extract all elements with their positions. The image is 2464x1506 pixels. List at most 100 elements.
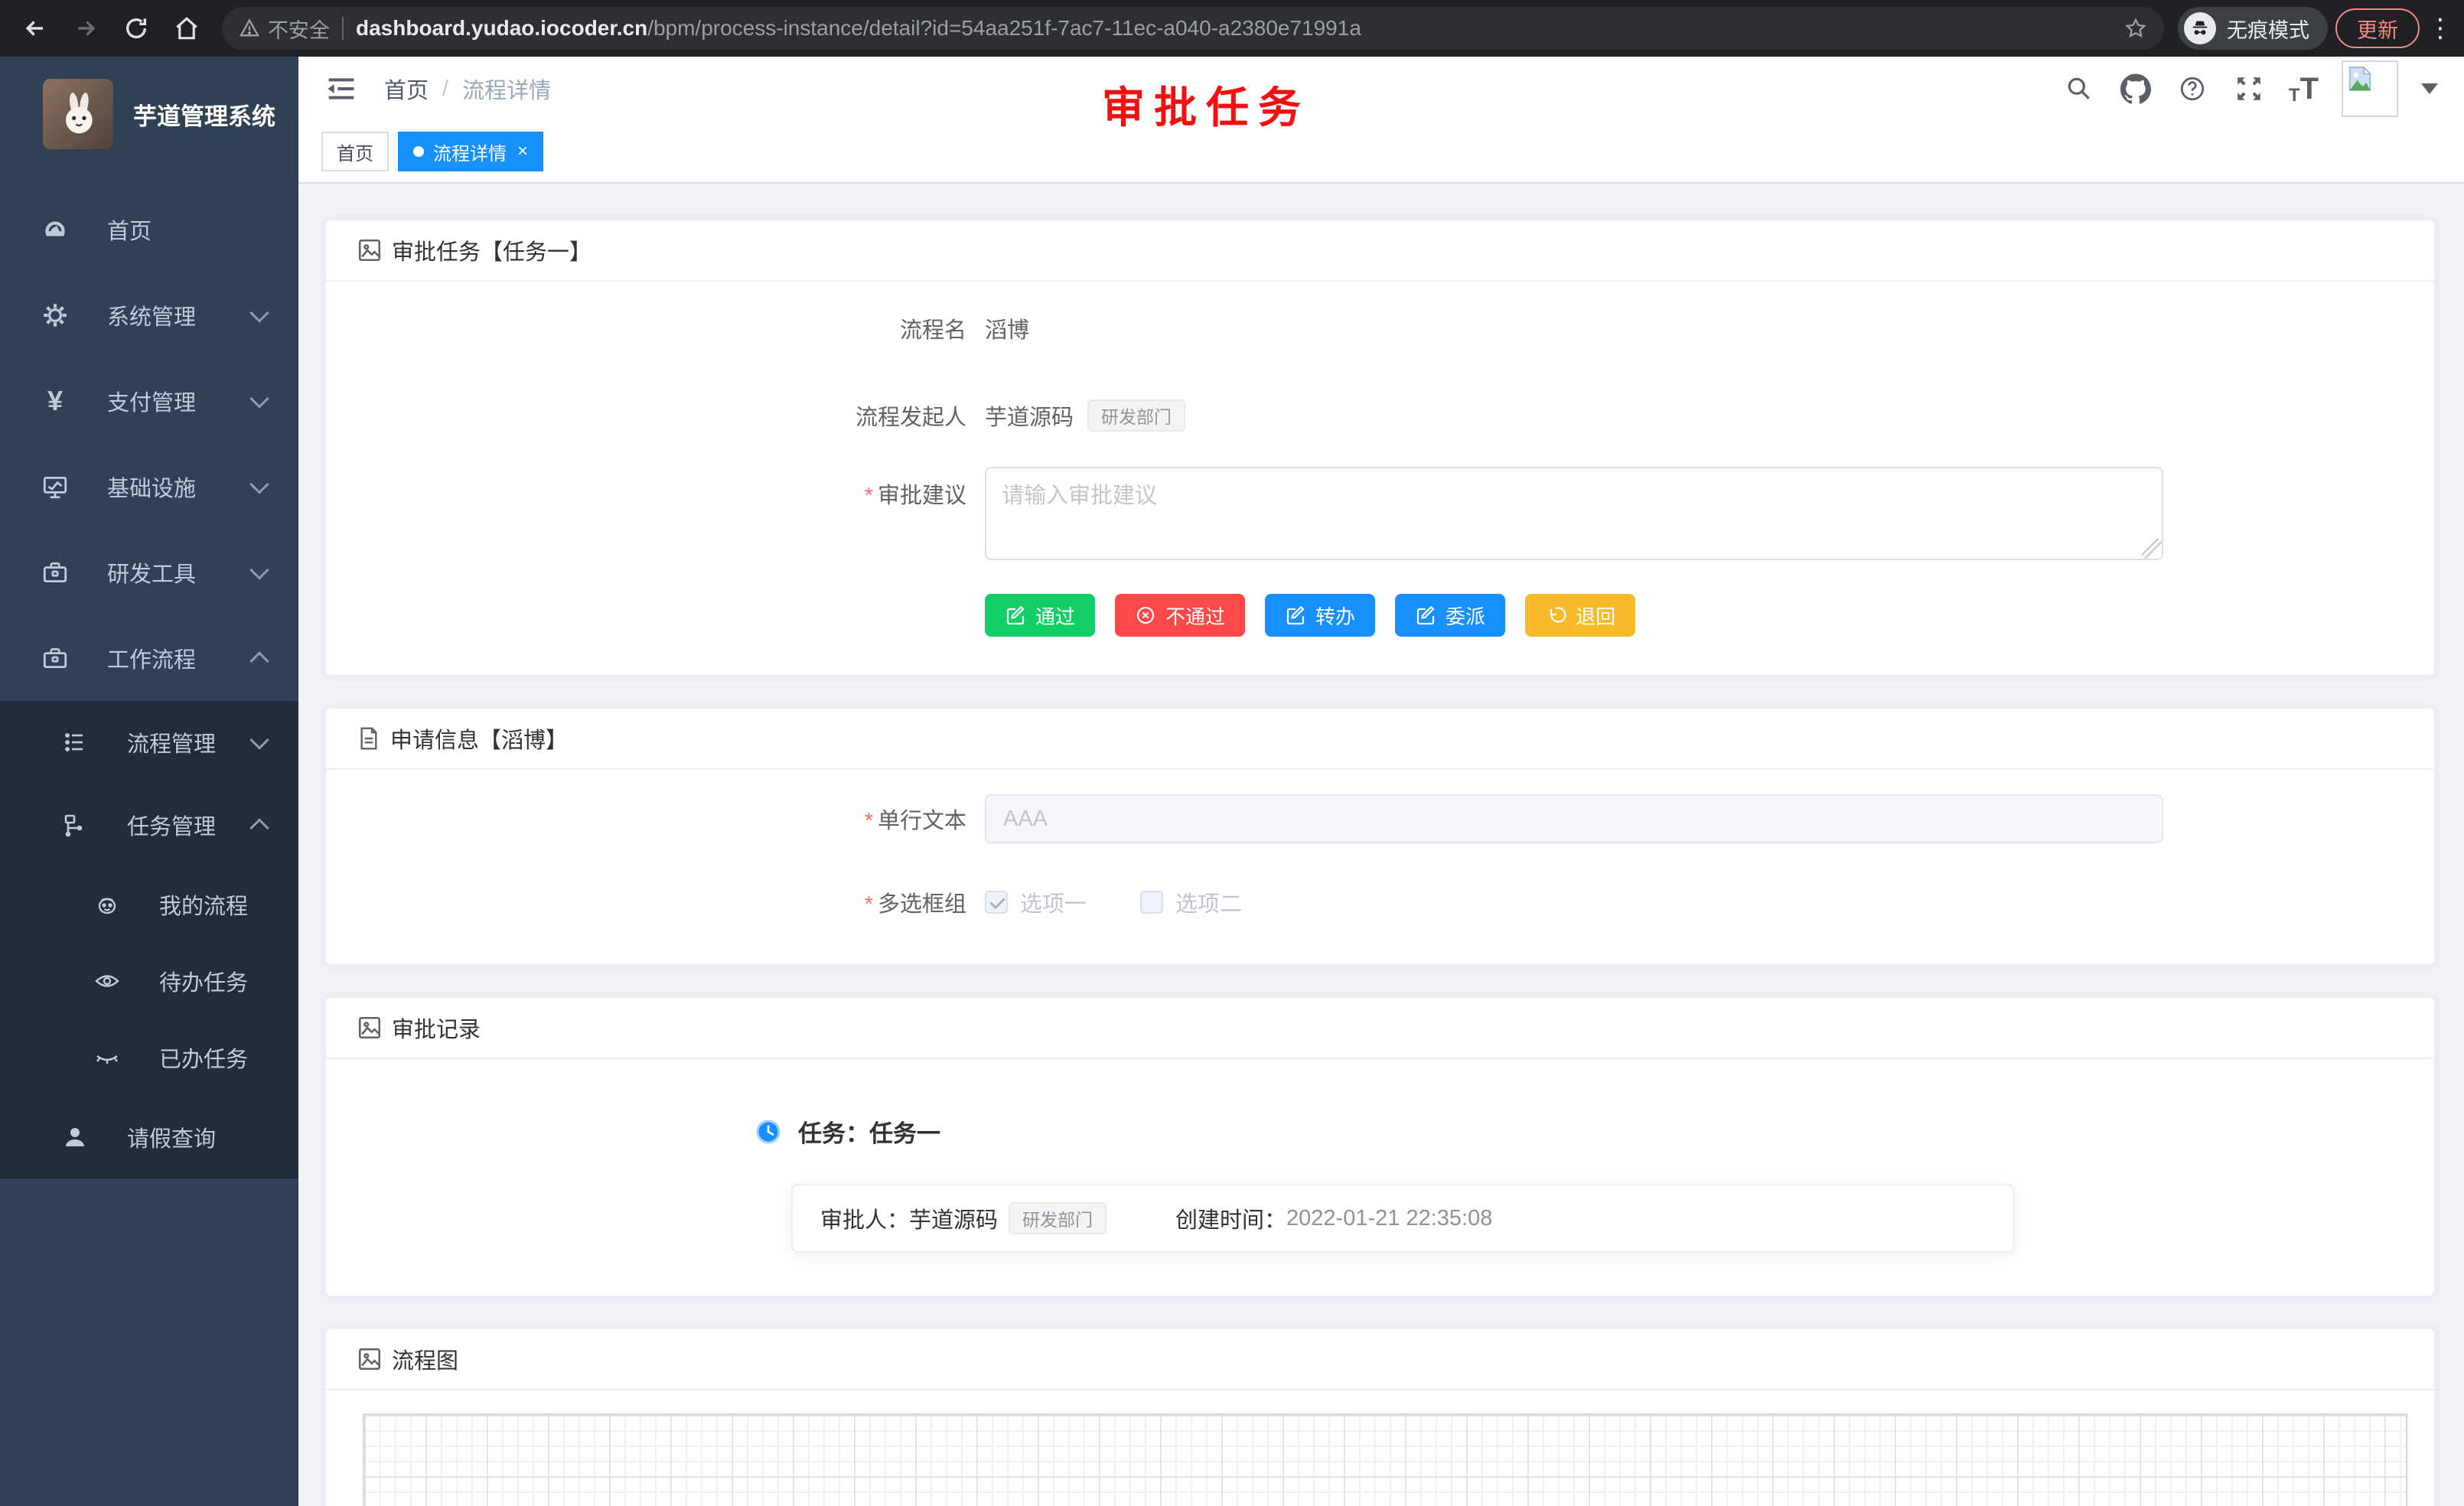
initiator-value: 芋道源码 研发部门 [985,399,1185,432]
avatar-caret-icon[interactable] [2421,83,2438,94]
breadcrumb-current: 流程详情 [462,73,551,105]
return-button[interactable]: 退回 [1525,594,1635,637]
sidebar-item-system[interactable]: 系统管理 [0,272,298,358]
chevron-down-icon [249,730,269,749]
user-icon [58,1123,92,1151]
incognito-badge: 无痕模式 [2178,7,2328,50]
initiator-dept-tag: 研发部门 [1087,399,1185,432]
approve-button[interactable]: 通过 [985,594,1095,637]
browser-toolbar: 不安全 dashboard.yudao.iocoder.cn/bpm/proce… [0,0,2464,57]
sidebar-item-payment[interactable]: ¥ 支付管理 [0,358,298,444]
approver-card: 审批人： 芋道源码 研发部门 创建时间： 2022-01-21 22:35:08 [791,1184,2014,1253]
delegate-button[interactable]: 委派 [1395,594,1505,637]
sidebar-item-home[interactable]: 首页 [0,187,298,272]
checkbox-unchecked-icon [1140,891,1163,914]
transfer-button[interactable]: 转办 [1265,594,1375,637]
warning-icon [239,18,260,39]
sidebar-item-label: 请假查询 [127,1121,216,1153]
sidebar-item-todo-tasks[interactable]: 待办任务 [0,943,298,1019]
card-header: 流程图 [326,1329,2434,1390]
browser-menu-icon[interactable]: ⋮ [2427,13,2450,44]
toolbox-icon [38,644,72,673]
sidebar-item-label: 待办任务 [159,965,248,997]
tab-process-detail[interactable]: 流程详情 × [398,132,543,171]
eye-closed-icon [90,1044,124,1071]
github-icon[interactable] [2119,72,2153,106]
workflow-submenu: 流程管理 任务管理 我的流程 待办任务 [0,701,298,1178]
card-title: 审批任务【任务一】 [392,234,592,266]
checkbox-label: 选项一 [1020,886,1087,918]
chevron-up-icon [249,651,269,670]
card-title: 流程图 [392,1343,458,1375]
search-icon[interactable] [2062,72,2096,106]
undo-icon [1545,605,1566,626]
sidebar-item-leave-query[interactable]: 请假查询 [0,1096,298,1178]
approval-task-card: 审批任务【任务一】 流程名 滔博 流程发起人 芋道源码 研发部门 [324,219,2436,676]
tab-close-icon[interactable]: × [517,142,528,161]
hamburger-icon[interactable] [324,72,358,106]
bpmn-canvas[interactable] [363,1413,2407,1506]
sidebar-item-workflow[interactable]: 工作流程 [0,615,298,701]
clock-icon [755,1119,781,1145]
font-size-icon[interactable]: TT [2289,72,2319,106]
sidebar-item-task-mgmt[interactable]: 任务管理 [0,784,298,866]
chevron-down-icon [249,560,269,579]
header-actions: TT [2062,60,2438,117]
reload-icon[interactable] [115,7,158,50]
checkbox-group: 选项一 选项二 [985,886,1242,918]
active-dot-icon [413,146,424,157]
sidebar-item-label: 工作流程 [107,642,196,674]
card-body: 流程名 滔博 流程发起人 芋道源码 研发部门 审批建议 [326,282,2434,675]
browser-update-button[interactable]: 更新 [2335,8,2420,48]
fullscreen-icon[interactable] [2232,72,2266,106]
sidebar-item-infra[interactable]: 基础设施 [0,444,298,530]
avatar[interactable] [2342,60,2398,117]
red-annotation: 审批任务 [1102,73,1310,135]
checkbox-option-2: 选项二 [1140,886,1242,918]
help-icon[interactable] [2176,72,2209,106]
timeline-item: 任务：任务一 [755,1114,2434,1149]
single-text-input [985,794,2163,843]
sidebar-item-process-mgmt[interactable]: 流程管理 [0,701,298,784]
application-info-card: 申请信息【滔博】 单行文本 多选框组 选项一 [324,707,2436,966]
card-header: 审批记录 [326,998,2434,1059]
approval-actions: 通过 不通过 转办 委派 [985,594,2434,637]
checkbox-group-label: 多选框组 [326,886,985,918]
card-title: 审批记录 [392,1012,481,1044]
card-body: 单行文本 多选框组 选项一 选项二 [326,770,2434,964]
toolbox-icon [38,558,72,587]
checkbox-checked-icon [985,891,1008,914]
breadcrumb-home[interactable]: 首页 [384,73,429,105]
sidebar-item-label: 我的流程 [159,888,248,921]
sidebar-item-label: 基础设施 [107,471,196,503]
address-bar[interactable]: 不安全 dashboard.yudao.iocoder.cn/bpm/proce… [222,7,2164,50]
initiator-name: 芋道源码 [985,399,1074,432]
home-icon[interactable] [165,7,208,50]
yen-icon: ¥ [38,385,72,417]
reject-button[interactable]: 不通过 [1115,594,1245,637]
sidebar-item-done-tasks[interactable]: 已办任务 [0,1019,298,1096]
sidebar-item-devtools[interactable]: 研发工具 [0,530,298,615]
back-icon[interactable] [14,7,57,50]
tree-list-icon [58,729,92,756]
forward-icon[interactable] [64,7,107,50]
url-text: dashboard.yudao.iocoder.cn/bpm/process-i… [356,16,2124,41]
main-area: 首页 / 流程详情 审批任务 TT 首页 流程详情 [298,57,2464,1506]
chevron-down-icon [249,474,269,494]
approval-record-card: 审批记录 任务：任务一 审批人： 芋道源码 研发部门 创建时间： 2022-01… [324,996,2436,1297]
sidebar-logo-row[interactable]: 芋道管理系统 [0,57,298,171]
sidebar-item-my-process[interactable]: 我的流程 [0,866,298,943]
subflow-icon [58,811,92,839]
create-time-value: 2022-01-21 22:35:08 [1286,1206,1492,1231]
button-label: 转办 [1315,601,1355,630]
suggestion-textarea[interactable] [985,467,2163,560]
picture-icon [357,1346,383,1372]
url-domain: dashboard.yudao.iocoder.cn [356,16,647,40]
breadcrumb: 首页 / 流程详情 [384,73,551,105]
sidebar-item-label: 已办任务 [159,1041,248,1074]
bookmark-star-icon[interactable] [2124,17,2147,40]
button-label: 委派 [1445,601,1485,630]
tab-home[interactable]: 首页 [321,132,389,171]
checkbox-label: 选项二 [1175,886,1242,918]
edit-icon [1005,605,1026,626]
